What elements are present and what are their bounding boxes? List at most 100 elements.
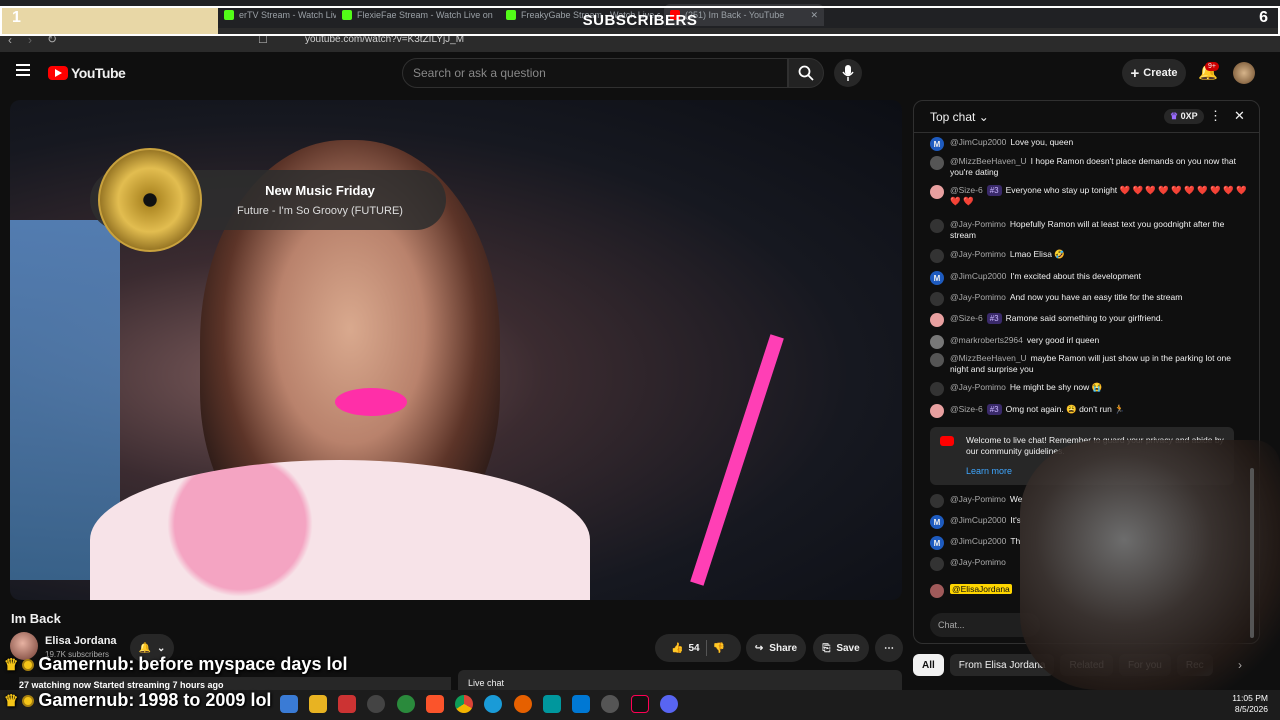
chat-author[interactable]: @Jay-Pomimo: [950, 292, 1006, 302]
notification-badge: 9+: [1205, 62, 1219, 71]
chat-author[interactable]: @Jay-Pomimo: [950, 557, 1006, 567]
chat-author[interactable]: @MizzBeeHaven_U: [950, 353, 1027, 363]
chat-message-body: @JimCup2000 It's: [950, 515, 1021, 529]
chat-header: Top chat ⌄ ♛ 0XP ⋮ ✕: [914, 101, 1259, 133]
shield-icon[interactable]: [397, 695, 415, 713]
member-badge: #3: [986, 313, 1002, 324]
shirt: [90, 460, 590, 600]
app-icon[interactable]: [280, 695, 298, 713]
member-badge: #3: [986, 185, 1002, 196]
chat-text: Lmao Elisa 🤣: [1009, 249, 1065, 259]
points-badge[interactable]: ♛ 0XP: [1164, 109, 1204, 124]
firefox-icon[interactable]: [514, 695, 532, 713]
chat-message: @Jay-Pomimo Lmao Elisa 🤣: [930, 249, 1250, 263]
avatar: [930, 335, 944, 349]
chat-author[interactable]: @markroberts2964: [950, 335, 1023, 345]
system-clock[interactable]: 11:05 PM 8/5/2026: [1232, 693, 1268, 715]
avatar: M: [930, 271, 944, 285]
chat-author[interactable]: @MizzBeeHaven_U: [950, 156, 1027, 166]
chat-mode-selector[interactable]: Top chat ⌄: [930, 110, 989, 124]
arduino-icon[interactable]: [543, 695, 561, 713]
share-icon: ↪: [754, 642, 764, 654]
chat-author[interactable]: @Jay-Pomimo: [950, 382, 1006, 392]
create-button[interactable]: + Create: [1122, 59, 1186, 87]
avatar: [930, 185, 944, 199]
search-input[interactable]: Search or ask a question: [402, 58, 788, 88]
chat-text: very good irl queen: [1026, 335, 1100, 345]
like-button[interactable]: 👍 54: [671, 643, 700, 654]
chat-message: @markroberts2964 very good irl queen: [930, 335, 1250, 349]
chat-message: M @JimCup2000 I'm excited about this devel…: [930, 271, 1250, 285]
avatar: [930, 494, 944, 508]
chat-author[interactable]: @JimCup2000: [950, 137, 1006, 147]
vinyl-disc-icon: [98, 148, 202, 252]
chat-message-body: @Size-6 #3 Omg not again. 😩 don't run 🏃: [950, 404, 1125, 418]
save-button[interactable]: ⎘ Save: [813, 634, 869, 662]
chat-message: @MizzBeeHaven_U I hope Ramon doesn't plac…: [930, 156, 1250, 178]
chat-author[interactable]: @Jay-Pomimo: [950, 249, 1006, 259]
chrome-icon[interactable]: [455, 695, 473, 713]
seatbelt: [690, 334, 784, 586]
thumbs-down-icon[interactable]: 👎: [713, 643, 725, 654]
chat-text: He might be shy now 😭: [1009, 382, 1103, 392]
coin-icon: [22, 694, 35, 707]
discord-icon[interactable]: [660, 695, 678, 713]
chat-message-body: @markroberts2964 very good irl queen: [950, 335, 1099, 349]
chat-message-body: @Jay-Pomimo Lmao Elisa 🤣: [950, 249, 1065, 263]
microphone-icon: [842, 65, 854, 81]
share-button[interactable]: ↪ Share: [746, 634, 806, 662]
chat-message-body: @Size-6 #3 Ramone said something to your g…: [950, 313, 1163, 327]
like-dislike-group: 👍 54 👎: [655, 634, 741, 662]
chat-text: Ramone said something to your girlfriend…: [1005, 313, 1163, 323]
chat-message: @Size-6 #3 Ramone said something to your g…: [930, 313, 1250, 327]
chat-message: M @JimCup2000 Love you, queen: [930, 137, 1250, 151]
chat-author[interactable]: @JimCup2000: [950, 515, 1006, 525]
stream-chat-overlay-line: ♛ Gamernub: 1998 to 2009 lol: [4, 690, 272, 710]
chat-message-body: @MizzBeeHaven_U I hope Ramon doesn't plac…: [950, 156, 1250, 178]
subscriber-goal-title: SUBSCRIBERS: [582, 12, 698, 29]
search-icon: [798, 65, 814, 81]
chat-message-body: @MizzBeeHaven_U maybe Ramon will just sho…: [950, 353, 1250, 375]
chat-scrollbar[interactable]: [1250, 468, 1254, 638]
live-chat-replay-box[interactable]: Live chat: [458, 670, 902, 692]
chat-message: @Jay-Pomimo And now you have an easy titl…: [930, 292, 1250, 306]
chat-message-body: @JimCup2000 I'm excited about this develo…: [950, 271, 1141, 285]
crown-icon: ♛: [1170, 111, 1179, 121]
tiktok-icon[interactable]: [631, 695, 649, 713]
more-icon[interactable]: ⋮: [1209, 108, 1222, 124]
chat-author[interactable]: @Size-6: [950, 313, 983, 323]
chat-author[interactable]: @JimCup2000: [950, 536, 1006, 546]
chat-text: I'm excited about this development: [1010, 271, 1141, 281]
youtube-icon: [940, 436, 954, 446]
youtube-logo[interactable]: YouTube: [48, 65, 126, 81]
chat-message-body: @Jay-Pomimo He might be shy now 😭: [950, 382, 1102, 396]
brave-icon[interactable]: [426, 695, 444, 713]
more-icon: ⋯: [884, 642, 894, 654]
edge-icon[interactable]: [484, 695, 502, 713]
more-actions-button[interactable]: ⋯: [875, 634, 903, 662]
avatar: [930, 313, 944, 327]
chat-author[interactable]: @JimCup2000: [950, 271, 1006, 281]
chat-author[interactable]: @Size-6: [950, 185, 983, 195]
bookmark-icon: ⎘: [822, 642, 831, 654]
avatar: M: [930, 137, 944, 151]
chat-text: And now you have an easy title for the s…: [1009, 292, 1183, 302]
chat-message-body: @JimCup2000 Love you, queen: [950, 137, 1073, 151]
settings-icon[interactable]: [367, 695, 385, 713]
account-avatar[interactable]: [1233, 62, 1255, 84]
github-icon[interactable]: [601, 695, 619, 713]
vscode-icon[interactable]: [572, 695, 590, 713]
chat-message: @MizzBeeHaven_U maybe Ramon will just sho…: [930, 353, 1250, 375]
chat-author[interactable]: @Jay-Pomimo: [950, 219, 1006, 229]
filter-chip[interactable]: All: [913, 654, 944, 676]
folder-icon[interactable]: [309, 695, 327, 713]
chat-author[interactable]: @Jay-Pomimo: [950, 494, 1006, 504]
channel-name[interactable]: Elisa Jordana: [45, 635, 117, 647]
search-button[interactable]: [788, 58, 824, 88]
close-icon[interactable]: ✕: [1234, 108, 1245, 124]
voice-search-button[interactable]: [834, 59, 862, 87]
chat-author[interactable]: @Size-6: [950, 404, 983, 414]
menu-icon[interactable]: [16, 64, 30, 76]
plus-icon: +: [1130, 64, 1140, 82]
calendar-icon[interactable]: [338, 695, 356, 713]
